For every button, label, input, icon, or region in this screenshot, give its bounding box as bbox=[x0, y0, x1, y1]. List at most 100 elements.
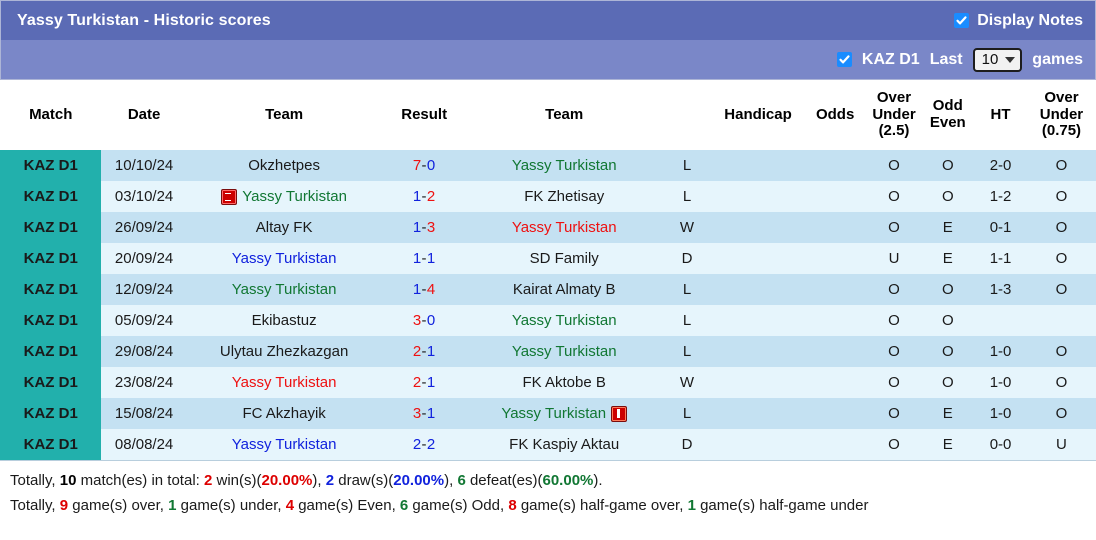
cell-home-team[interactable]: Okzhetpes bbox=[186, 150, 382, 181]
cell-home-team[interactable]: Ulytau Zhezkazgan bbox=[186, 336, 382, 367]
cell-away-team[interactable]: FK Zhetisay bbox=[466, 181, 662, 212]
home-score: 2 bbox=[412, 343, 422, 360]
cell-home-team[interactable]: Ekibastuz bbox=[186, 305, 382, 336]
cell-away-team[interactable]: Yassy Turkistan bbox=[466, 398, 662, 429]
display-notes-control[interactable]: Display Notes bbox=[954, 12, 1083, 30]
summary-draws-pct: 20.00% bbox=[393, 472, 445, 489]
table-row[interactable]: KAZ D1 23/08/24 Yassy Turkistan 2-1 FK Aktob… bbox=[0, 367, 1096, 398]
cell-home-team[interactable]: Yassy Turkistan bbox=[186, 429, 382, 460]
team-name: FK Zhetisay bbox=[524, 188, 605, 205]
team-name-wrapper: FK Zhetisay bbox=[469, 188, 660, 205]
cell-away-team[interactable]: Kairat Almaty B bbox=[466, 274, 662, 305]
team-name: Yassy Turkistan bbox=[231, 436, 337, 453]
team-name: Altay FK bbox=[255, 219, 313, 236]
cell-away-team[interactable]: Yassy Turkistan bbox=[466, 336, 662, 367]
team-name: Yassy Turkistan bbox=[501, 405, 607, 422]
cell-result[interactable]: 2-1 bbox=[381, 336, 467, 367]
table-row[interactable]: KAZ D1 26/09/24 Altay FK 1-3 Yassy Turkistan… bbox=[0, 212, 1096, 243]
card-icon[interactable] bbox=[611, 405, 628, 422]
cell-result[interactable]: 1-2 bbox=[381, 181, 467, 212]
cell-odd-even: O bbox=[921, 181, 975, 212]
cell-result[interactable]: 1-4 bbox=[381, 274, 467, 305]
table-row[interactable]: KAZ D1 29/08/24 Ulytau Zhezkazgan 2-1 Yassy … bbox=[0, 336, 1096, 367]
team-name: Kairat Almaty B bbox=[512, 281, 616, 298]
cell-away-team[interactable]: Yassy Turkistan bbox=[466, 212, 662, 243]
away-score: 0 bbox=[426, 157, 436, 174]
summary-defeats-pct: 60.00% bbox=[542, 472, 594, 489]
cell-result[interactable]: 7-0 bbox=[381, 150, 467, 181]
cell-away-team[interactable]: SD Family bbox=[466, 243, 662, 274]
cell-over-under-25: O bbox=[866, 274, 922, 305]
table-row[interactable]: KAZ D1 20/09/24 Yassy Turkistan 1-1 SD Famil… bbox=[0, 243, 1096, 274]
table-row[interactable]: KAZ D1 12/09/24 Yassy Turkistan 1-4 Kairat A… bbox=[0, 274, 1096, 305]
cell-wdl: L bbox=[661, 181, 713, 212]
cell-league: KAZ D1 bbox=[0, 212, 102, 243]
cell-home-team[interactable]: Yassy Turkistan bbox=[186, 274, 382, 305]
cell-result[interactable]: 1-1 bbox=[381, 243, 467, 274]
col-team-away: Team bbox=[466, 80, 662, 150]
cell-home-team[interactable]: Yassy Turkistan bbox=[186, 367, 382, 398]
filter-bar: KAZ D1 Last 10 games bbox=[0, 40, 1096, 80]
col-ou075-line2: Under bbox=[1039, 105, 1084, 123]
col-odds: Odds bbox=[803, 80, 867, 150]
home-score: 1 bbox=[412, 219, 422, 236]
table-row[interactable]: KAZ D1 10/10/24 Okzhetpes 7-0 Yassy Turkista… bbox=[0, 150, 1096, 181]
notes-icon[interactable] bbox=[221, 188, 238, 205]
team-name-wrapper: FK Aktobe B bbox=[469, 374, 660, 391]
cell-ht: 0-1 bbox=[974, 212, 1027, 243]
cell-home-team[interactable]: Yassy Turkistan bbox=[186, 181, 382, 212]
cell-league: KAZ D1 bbox=[0, 336, 102, 367]
cell-away-team[interactable]: Yassy Turkistan bbox=[466, 305, 662, 336]
cell-home-team[interactable]: Altay FK bbox=[186, 212, 382, 243]
team-name: FK Kaspiy Aktau bbox=[509, 436, 620, 453]
cell-handicap bbox=[712, 429, 804, 460]
col-handicap: Handicap bbox=[712, 80, 804, 150]
cell-ht: 0-0 bbox=[974, 429, 1027, 460]
team-name-wrapper: Altay FK bbox=[189, 219, 380, 236]
summary-text-8: ). bbox=[593, 472, 603, 489]
away-score: 2 bbox=[426, 436, 436, 453]
summary-wins-pct: 20.00% bbox=[261, 472, 313, 489]
cell-home-team[interactable]: FC Akzhayik bbox=[186, 398, 382, 429]
cell-result[interactable]: 3-0 bbox=[381, 305, 467, 336]
league-filter-checkbox[interactable] bbox=[836, 52, 852, 67]
cell-result[interactable]: 1-3 bbox=[381, 212, 467, 243]
cell-away-team[interactable]: FK Aktobe B bbox=[466, 367, 662, 398]
team-name-wrapper: Yassy Turkistan bbox=[189, 250, 380, 267]
table-row[interactable]: KAZ D1 15/08/24 FC Akzhayik 3-1 Yassy Turkis… bbox=[0, 398, 1096, 429]
cell-over-under-25: O bbox=[866, 429, 922, 460]
team-name: Yassy Turkistan bbox=[231, 281, 337, 298]
summary-text-5: draw(s)( bbox=[334, 472, 394, 489]
table-row[interactable]: KAZ D1 08/08/24 Yassy Turkistan 2-2 FK Kaspi… bbox=[0, 429, 1096, 460]
display-notes-checkbox[interactable] bbox=[954, 13, 970, 28]
cell-away-team[interactable]: Yassy Turkistan bbox=[466, 150, 662, 181]
goals-half-over-count: 8 bbox=[508, 496, 517, 514]
home-score: 2 bbox=[412, 436, 422, 453]
cell-date: 23/08/24 bbox=[101, 367, 187, 398]
cell-handicap bbox=[712, 243, 804, 274]
cell-result[interactable]: 3-1 bbox=[381, 398, 467, 429]
table-header-row: Match Date Team Result Team Handicap Odd… bbox=[0, 80, 1096, 150]
away-score: 3 bbox=[426, 219, 436, 236]
team-name-wrapper: Yassy Turkistan bbox=[469, 343, 660, 360]
cell-handicap bbox=[712, 274, 804, 305]
games-count-select[interactable]: 10 bbox=[972, 47, 1023, 72]
table-row[interactable]: KAZ D1 03/10/24 Yassy Turkistan 1-2 FK Zheti… bbox=[0, 181, 1096, 212]
cell-result[interactable]: 2-1 bbox=[381, 367, 467, 398]
cell-date: 05/09/24 bbox=[101, 305, 187, 336]
cell-wdl: D bbox=[661, 429, 713, 460]
goals-text-5: game(s) Odd, bbox=[408, 496, 509, 514]
cell-result[interactable]: 2-2 bbox=[381, 429, 467, 460]
cell-home-team[interactable]: Yassy Turkistan bbox=[186, 243, 382, 274]
col-team-home: Team bbox=[186, 80, 382, 150]
cell-odd-even: O bbox=[921, 367, 975, 398]
summary-text-6: ), bbox=[444, 472, 458, 489]
team-name: Yassy Turkistan bbox=[511, 157, 617, 174]
cell-handicap bbox=[712, 305, 804, 336]
cell-away-team[interactable]: FK Kaspiy Aktau bbox=[466, 429, 662, 460]
goals-over-count: 9 bbox=[59, 496, 69, 514]
team-name: Yassy Turkistan bbox=[231, 374, 337, 391]
cell-ht: 1-0 bbox=[974, 336, 1027, 367]
league-filter-label: KAZ D1 bbox=[861, 50, 920, 68]
table-row[interactable]: KAZ D1 05/09/24 Ekibastuz 3-0 Yassy Turkista… bbox=[0, 305, 1096, 336]
